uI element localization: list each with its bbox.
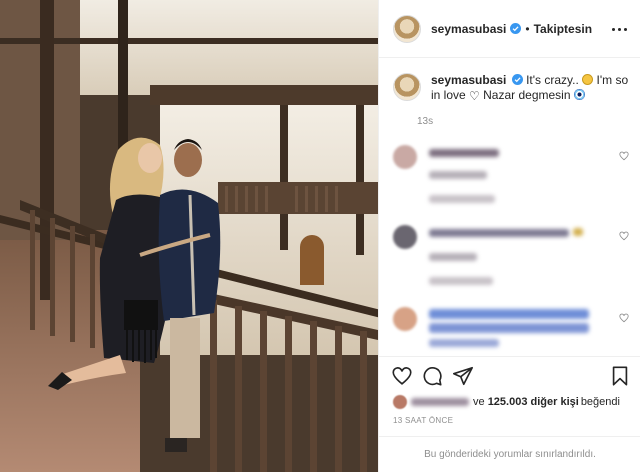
comment-redacted-text	[429, 229, 569, 237]
caption-text-part1: It's crazy..	[526, 73, 579, 87]
comment-redacted-text	[429, 323, 589, 333]
likes-count[interactable]: 125.003	[488, 396, 528, 408]
instagram-post: seymasubasi • Takiptesin seymasubasi It'…	[0, 0, 640, 472]
more-options-icon[interactable]	[611, 22, 627, 36]
likes-suffix[interactable]: diğer kişi	[531, 396, 579, 408]
comment-icon[interactable]	[421, 365, 443, 387]
caption-avatar[interactable]	[393, 73, 421, 101]
author-username[interactable]: seymasubasi	[431, 22, 506, 36]
post-actions-bar	[379, 356, 640, 396]
comment-avatar[interactable]	[393, 145, 417, 169]
comment-avatar[interactable]	[393, 225, 417, 249]
comment-redacted-emoji	[573, 228, 583, 236]
likes-summary[interactable]: ve 125.003 diğer kişi beğendi	[393, 393, 638, 411]
author-avatar[interactable]	[393, 14, 421, 43]
comment-avatar[interactable]	[393, 307, 417, 331]
comment-item	[393, 145, 633, 205]
comment-like-heart-icon[interactable]	[619, 231, 629, 241]
caption-text-part3: Nazar degmesin	[483, 88, 571, 102]
caption-text: seymasubasi It's crazy.. I'm so in love …	[431, 73, 629, 104]
following-status-button[interactable]: Takiptesin	[534, 22, 592, 36]
comment-redacted-text	[429, 171, 487, 179]
smiling-face-emoji-icon	[582, 74, 594, 85]
comment-redacted-text	[429, 309, 589, 319]
post-header: seymasubasi • Takiptesin	[379, 0, 640, 58]
comments-section: seymasubasi It's crazy.. I'm so in love …	[379, 59, 640, 355]
likes-connector: ve	[473, 396, 485, 408]
comment-item	[393, 307, 633, 355]
comment-redacted-text	[429, 253, 477, 261]
comment-redacted-text	[429, 149, 499, 157]
comment-redacted-text	[429, 277, 493, 285]
likes-verb: beğendi	[580, 396, 620, 408]
verified-badge-icon	[510, 23, 522, 34]
post-side-panel: seymasubasi • Takiptesin seymasubasi It'…	[378, 0, 640, 472]
photo-illustration	[0, 0, 378, 472]
verified-badge-icon	[511, 74, 523, 85]
share-icon[interactable]	[452, 365, 474, 387]
caption-username[interactable]: seymasubasi	[431, 73, 506, 87]
bookmark-icon[interactable]	[609, 365, 631, 387]
caption-timestamp: 13s	[417, 116, 434, 127]
white-heart-emoji-icon: ♡	[469, 89, 480, 103]
post-timestamp[interactable]: 13 SAAT ÖNCE	[393, 416, 453, 425]
liker-redacted-name	[411, 398, 469, 406]
comment-item	[393, 225, 633, 285]
comment-like-heart-icon[interactable]	[619, 313, 629, 323]
post-photo[interactable]	[0, 0, 378, 472]
heart-icon[interactable]	[391, 365, 413, 387]
comment-redacted-text	[429, 339, 499, 347]
comment-like-heart-icon[interactable]	[619, 151, 629, 161]
nazar-amulet-emoji-icon	[573, 89, 585, 100]
post-caption: seymasubasi It's crazy.. I'm so in love …	[393, 73, 633, 104]
comment-redacted-text	[429, 195, 495, 203]
liker-avatar[interactable]	[393, 395, 407, 409]
header-separator: •	[525, 21, 530, 36]
comments-restricted-notice: Bu gönderideki yorumlar sınırlandırıldı.	[379, 436, 640, 472]
